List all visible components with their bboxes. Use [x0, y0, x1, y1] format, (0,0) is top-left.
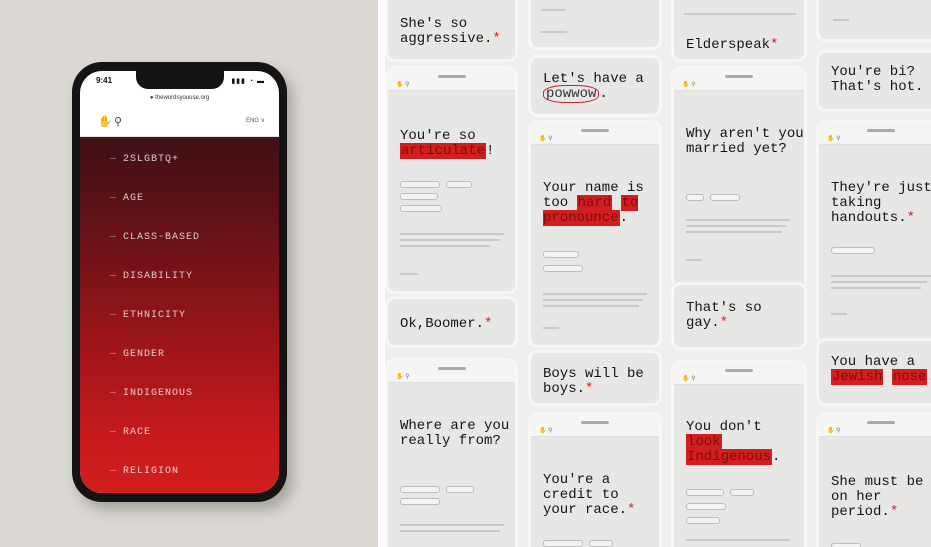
phrase-text: Elderspeak* [686, 37, 779, 53]
card-collage: She's so aggressive.* ✋ ⚲ You're so arti… [385, 0, 931, 547]
phrase-text: Boys will be boys.* [543, 366, 644, 397]
phrase-card[interactable]: Elderspeak* [671, 0, 807, 62]
phone-device: 9:41 ▮▮▮ ◔ ▬ ● thewordsyouuse.org ✋ ⚲ EN… [72, 62, 287, 502]
phrase-text: Let's have a powwow. [543, 71, 644, 103]
phone-mockup-panel: 9:41 ▮▮▮ ◔ ▬ ● thewordsyouuse.org ✋ ⚲ EN… [0, 0, 378, 547]
phrase-text: You're a credit to your race.* [543, 472, 636, 518]
phrase-text: You're bi? That's hot. [831, 64, 924, 95]
hand-icon[interactable]: ✋ [98, 115, 112, 128]
category-item[interactable]: — RACE [80, 414, 279, 453]
category-item[interactable]: — DISABILITY [80, 258, 279, 297]
card-header: ✋ ⚲ [388, 361, 515, 383]
phrase-card[interactable]: Boys will be boys.* [528, 350, 662, 406]
phrase-text: Where are you really from? [400, 418, 510, 449]
phrase-card[interactable] [816, 0, 931, 42]
category-item[interactable]: — AGE [80, 180, 279, 219]
phrase-text: That's so gay.* [686, 300, 762, 331]
app-toolbar: ✋ ⚲ ENG ∨ [80, 107, 279, 137]
phrase-text: You don't look Indigenous. [686, 419, 781, 465]
phrase-card[interactable]: Ok,Boomer.* [385, 296, 518, 348]
search-icon[interactable]: ⚲ [114, 115, 122, 128]
phrase-card[interactable]: That's so gay.* [671, 282, 807, 350]
phrase-card[interactable]: ✋ ⚲ Where are you really from? [385, 358, 518, 547]
card-header: ✋ ⚲ [388, 69, 515, 91]
category-item[interactable]: — RELIGION [80, 453, 279, 492]
phrase-text: Ok,Boomer.* [400, 316, 493, 332]
category-item[interactable]: —2SLGBTQ+ [80, 141, 279, 180]
card-header: ✋ ⚲ [674, 363, 804, 385]
status-icons: ▮▮▮ ◔ ▬ [231, 78, 265, 85]
phrase-card[interactable]: ✋ ⚲ She must be on her period.* [816, 412, 931, 547]
phrase-text: You're so articulate! [400, 128, 495, 159]
phrase-card[interactable]: ✋ ⚲ Your name is too hard to pronounce. [528, 120, 662, 348]
category-item[interactable]: — ETHNICITY [80, 297, 279, 336]
phrase-card[interactable]: ✋ ⚲ You're a credit to your race.* [528, 412, 662, 547]
phrase-card[interactable]: You're bi? That's hot. [816, 50, 931, 112]
phrase-text: You have a Jewish nose. [831, 354, 931, 385]
phrase-text: They're just taking handouts.* [831, 180, 931, 226]
card-header: ✋ ⚲ [531, 415, 659, 437]
phrase-card[interactable] [528, 0, 662, 50]
category-item[interactable]: — CLASS-BASED [80, 219, 279, 258]
phrase-card[interactable]: ✋ ⚲ You're so articulate! [385, 66, 518, 294]
category-item[interactable]: — INDIGENOUS [80, 375, 279, 414]
phrase-text: Your name is too hard to pronounce. [543, 180, 644, 226]
phrase-text: Why aren't you married yet? [686, 126, 804, 157]
card-header: ✋ ⚲ [531, 123, 659, 145]
phrase-text: She's so aggressive.* [400, 16, 501, 47]
phone-screen: 9:41 ▮▮▮ ◔ ▬ ● thewordsyouuse.org ✋ ⚲ EN… [80, 71, 279, 493]
phrase-card[interactable]: ✋ ⚲ You don't look Indigenous. [671, 360, 807, 547]
language-select[interactable]: ENG ∨ [246, 117, 265, 124]
card-header: ✋ ⚲ [819, 415, 931, 437]
phrase-card[interactable]: You have a Jewish nose. [816, 338, 931, 406]
category-item[interactable]: — GENDER [80, 336, 279, 375]
category-list: —2SLGBTQ+ — AGE — CLASS-BASED — DISABILITY … [80, 137, 279, 493]
phrase-card[interactable]: ✋ ⚲ Why aren't you married yet? [671, 66, 807, 291]
phrase-card[interactable]: She's so aggressive.* [385, 0, 518, 62]
phrase-text: She must be on her period.* [831, 474, 924, 520]
card-header: ✋ ⚲ [674, 69, 804, 91]
phrase-card[interactable]: ✋ ⚲ They're just taking handouts.* [816, 120, 931, 346]
url-bar[interactable]: ● thewordsyouuse.org [80, 91, 279, 105]
status-time: 9:41 [96, 76, 113, 85]
card-header: ✋ ⚲ [819, 123, 931, 145]
phone-notch [136, 71, 224, 89]
phrase-card[interactable]: Let's have a powwow. [528, 55, 662, 117]
